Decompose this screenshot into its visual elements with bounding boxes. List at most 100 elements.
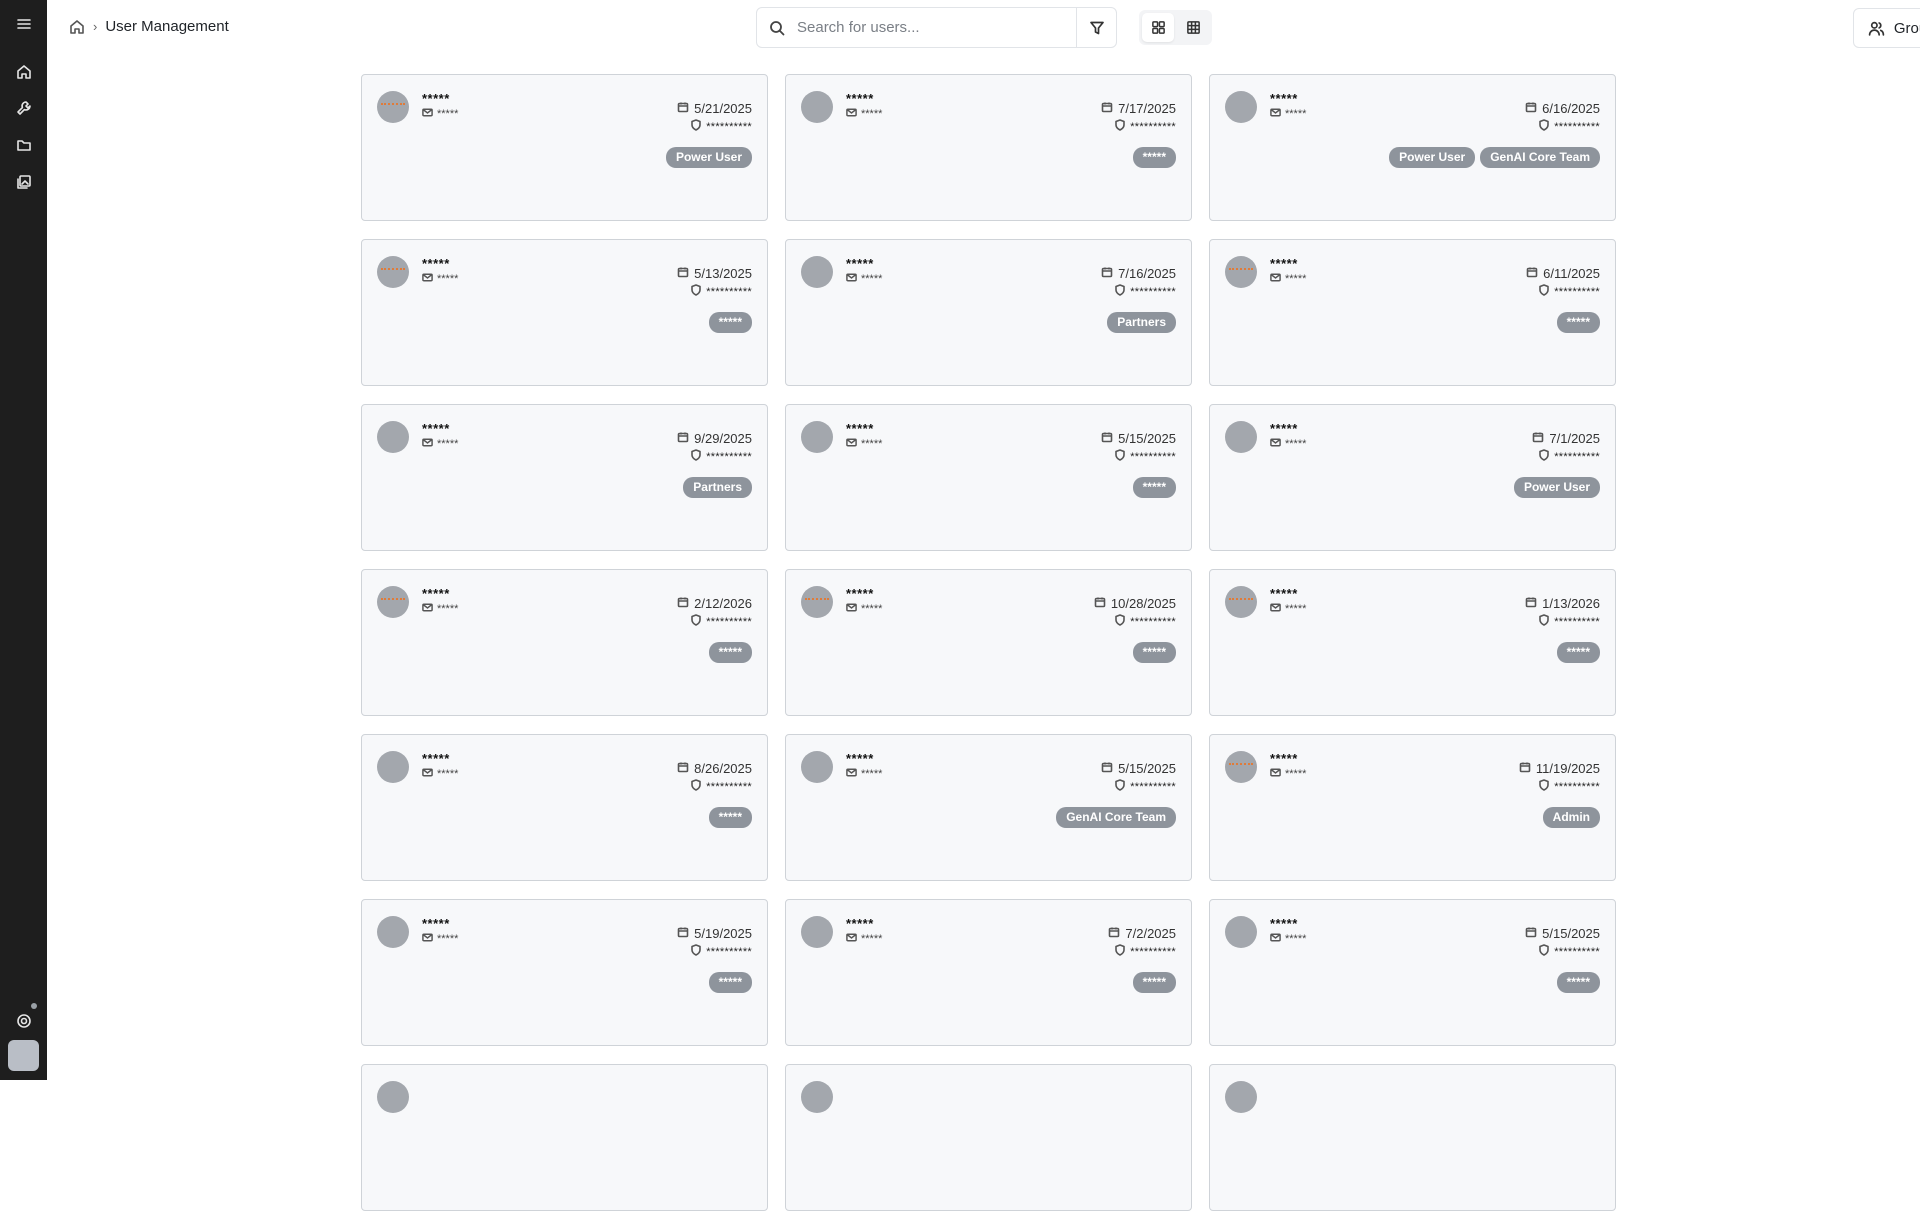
user-date: 10/28/2025: [1094, 596, 1176, 611]
user-date-text: 11/19/2025: [1535, 761, 1600, 776]
user-role: **********: [1538, 944, 1600, 959]
tools-icon[interactable]: [12, 96, 36, 120]
folder-icon[interactable]: [12, 133, 36, 157]
shield-icon: [1538, 119, 1550, 134]
user-tags: *****: [708, 972, 752, 993]
avatar: [1225, 751, 1257, 783]
user-date-text: 5/15/2025: [1118, 761, 1176, 776]
group-tag: GenAI Core Team: [1056, 807, 1176, 828]
user-card[interactable]: ***** ***** 6/16/2025 ********** Power User G…: [1209, 74, 1616, 221]
user-role: **********: [690, 284, 752, 299]
user-email-text: *****: [861, 108, 883, 120]
user-card[interactable]: ***** ***** 5/15/2025 ********** *****: [1209, 899, 1616, 1046]
menu-icon[interactable]: [12, 12, 36, 36]
user-card[interactable]: ***** ***** 8/26/2025 ********** *****: [361, 734, 768, 881]
mail-icon: [846, 272, 857, 286]
user-role: **********: [1538, 614, 1600, 629]
user-name: *****: [846, 916, 874, 931]
group-tag: *****: [1132, 642, 1176, 663]
shield-icon: [690, 449, 702, 464]
user-card[interactable]: ***** ***** 10/28/2025 ********** *****: [785, 569, 1192, 716]
user-card[interactable]: ***** ***** 9/29/2025 ********** Partners: [361, 404, 768, 551]
user-date-text: 6/16/2025: [1542, 101, 1600, 116]
user-card[interactable]: ***** ***** 7/1/2025 ********** Power User: [1209, 404, 1616, 551]
shield-icon: [1114, 614, 1126, 629]
user-tags: Power User: [665, 147, 752, 168]
calendar-icon: [1108, 926, 1120, 941]
user-card[interactable]: ***** ***** 5/19/2025 ********** *****: [361, 899, 768, 1046]
user-email: *****: [846, 602, 882, 616]
user-card[interactable]: ***** ***** 5/15/2025 ********** GenAI Core …: [785, 734, 1192, 881]
user-email: *****: [1270, 107, 1306, 121]
user-date: 6/16/2025: [1525, 101, 1600, 116]
user-role: **********: [690, 119, 752, 134]
avatar: [1225, 256, 1257, 288]
home-icon[interactable]: [12, 60, 36, 84]
notification-dot: [31, 1003, 37, 1009]
user-date-text: 5/21/2025: [694, 101, 752, 116]
user-card[interactable]: ***** ***** 2/12/2026 ********** *****: [361, 569, 768, 716]
user-tags: Partners: [1107, 312, 1176, 333]
groups-button[interactable]: Groups: [1853, 8, 1920, 48]
calendar-icon: [1526, 266, 1538, 281]
user-role-text: **********: [706, 285, 752, 298]
mail-icon: [846, 767, 857, 781]
table-view-button[interactable]: [1177, 13, 1209, 42]
user-card[interactable]: ***** ***** 11/19/2025 ********** Admin: [1209, 734, 1616, 881]
user-card[interactable]: ***** ***** 7/2/2025 ********** *****: [785, 899, 1192, 1046]
group-tag: *****: [1132, 147, 1176, 168]
shield-icon: [1538, 779, 1550, 794]
help-icon[interactable]: [12, 1009, 36, 1033]
user-tags: Admin: [1542, 807, 1600, 828]
group-tag: *****: [708, 642, 752, 663]
user-avatar[interactable]: [8, 1040, 39, 1071]
search-bar: [756, 7, 1117, 48]
avatar: [377, 1081, 409, 1113]
search-input[interactable]: [797, 19, 1067, 36]
user-email: *****: [1270, 602, 1306, 616]
user-card[interactable]: ***** ***** 6/11/2025 ********** *****: [1209, 239, 1616, 386]
user-role: **********: [1114, 284, 1176, 299]
user-tags: *****: [1556, 312, 1600, 333]
avatar: [377, 421, 409, 453]
user-card[interactable]: ***** ***** 5/15/2025 ********** *****: [785, 404, 1192, 551]
shield-icon: [690, 119, 702, 134]
user-date-text: 5/15/2025: [1118, 431, 1176, 446]
user-date: 2/12/2026: [677, 596, 752, 611]
avatar: [801, 916, 833, 948]
user-card[interactable]: [361, 1064, 768, 1211]
group-tag: *****: [708, 312, 752, 333]
table-icon: [1186, 21, 1200, 34]
calendar-icon: [677, 926, 689, 941]
user-card[interactable]: [1209, 1064, 1616, 1211]
user-date-text: 7/2/2025: [1125, 926, 1176, 941]
mail-icon: [422, 437, 433, 451]
user-card[interactable]: ***** ***** 7/16/2025 ********** Partners: [785, 239, 1192, 386]
user-date: 5/13/2025: [677, 266, 752, 281]
user-card[interactable]: ***** ***** 5/13/2025 ********** *****: [361, 239, 768, 386]
user-card[interactable]: ***** ***** 5/21/2025 ********** Power User: [361, 74, 768, 221]
mail-icon: [1270, 107, 1281, 121]
home-icon[interactable]: [69, 19, 85, 35]
mail-icon: [422, 272, 433, 286]
user-name: *****: [1270, 751, 1298, 766]
avatar: [377, 91, 409, 123]
user-role: **********: [690, 614, 752, 629]
group-tag: *****: [1132, 477, 1176, 498]
user-card[interactable]: ***** ***** 7/17/2025 ********** *****: [785, 74, 1192, 221]
user-card[interactable]: ***** ***** 1/13/2026 ********** *****: [1209, 569, 1616, 716]
user-role-text: **********: [706, 120, 752, 133]
avatar: [801, 1081, 833, 1113]
user-role-text: **********: [1554, 285, 1600, 298]
breadcrumb-separator-icon: ›: [93, 19, 98, 34]
grid-view-button[interactable]: [1142, 13, 1174, 42]
user-email-text: *****: [1285, 768, 1307, 780]
avatar: [801, 91, 833, 123]
shield-icon: [690, 944, 702, 959]
user-email: *****: [846, 272, 882, 286]
user-card[interactable]: [785, 1064, 1192, 1211]
gallery-icon[interactable]: [12, 170, 36, 194]
user-email: *****: [1270, 437, 1306, 451]
shield-icon: [1114, 119, 1126, 134]
filter-button[interactable]: [1076, 8, 1116, 47]
